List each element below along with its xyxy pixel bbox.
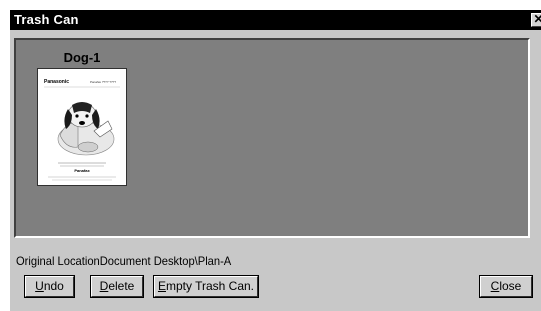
trash-item-dog-1[interactable]: Dog-1 Panasonic Panafax ???? ???? Panafa…	[36, 50, 128, 186]
empty-trash-can-button[interactable]: Empty Trash Can.	[153, 275, 259, 298]
original-location-text: Original LocationDocument Desktop\Plan-A	[16, 254, 232, 268]
window-title: Trash Can	[14, 12, 79, 27]
thumbnail-header: Panafax ???? ????	[90, 80, 116, 84]
close-icon[interactable]: ✕	[531, 13, 541, 27]
item-label: Dog-1	[63, 50, 101, 65]
thumbnail-footer: Panafax	[74, 168, 90, 173]
trash-contents-pane[interactable]: Dog-1 Panasonic Panafax ???? ???? Panafa…	[14, 38, 530, 238]
thumbnail-brand: Panasonic	[44, 79, 69, 85]
undo-button[interactable]: Undo	[24, 275, 75, 298]
title-bar[interactable]: Trash Can ✕	[10, 10, 541, 30]
close-button[interactable]: Close	[479, 275, 533, 298]
document-thumbnail[interactable]: Panasonic Panafax ???? ???? Panafax	[37, 68, 127, 186]
fax-document-preview: Panasonic Panafax ???? ???? Panafax	[44, 79, 120, 181]
delete-button[interactable]: Delete	[90, 275, 144, 298]
